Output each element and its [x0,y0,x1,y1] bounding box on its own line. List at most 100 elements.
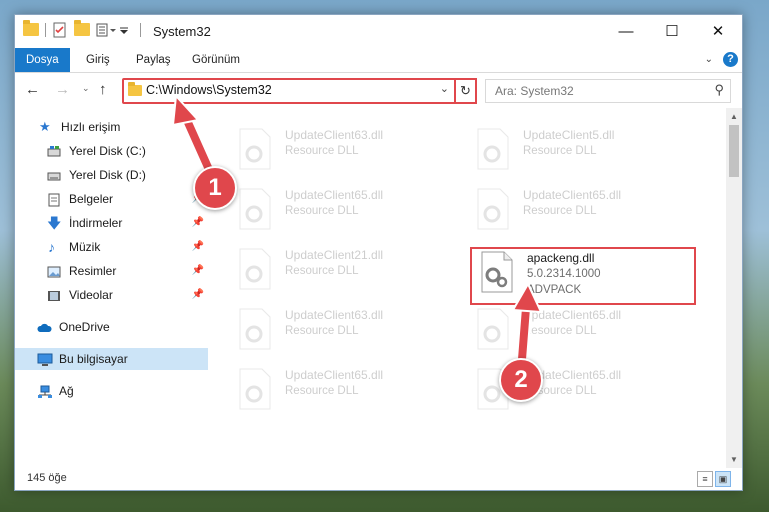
file-type: Resource DLL [523,205,597,217]
pin-icon[interactable]: 📌 [192,284,204,306]
folder-icon [128,82,142,96]
refresh-button[interactable]: ↻ [454,78,477,104]
properties-icon[interactable] [52,22,68,38]
pin-icon[interactable]: 📌 [192,236,204,258]
sidebar-item-disk-c[interactable]: Yerel Disk (C:) [15,140,208,162]
forward-arrow-icon[interactable]: → [55,81,70,98]
new-folder-icon[interactable] [74,20,90,38]
file-list: UpdateClient63.dll Resource DLL UpdateCl… [208,108,726,468]
sidebar-item-network[interactable]: Ağ [15,380,208,402]
file-item[interactable]: UpdateClient63.dll Resource DLL [236,308,462,354]
sidebar-item-disk-d[interactable]: Yerel Disk (D:) [15,164,208,186]
dll-file-icon [236,368,274,410]
sidebar-item-label: Videolar [69,288,113,302]
customize-toolbar-icon[interactable] [96,22,116,38]
sidebar-item-label: Yerel Disk (D:) [69,168,146,182]
maximize-button[interactable]: ☐ [649,15,695,48]
tab-share[interactable]: Paylaş [125,48,182,72]
refresh-icon: ↻ [460,83,471,98]
recent-locations-icon[interactable]: ⌄ [82,83,90,94]
file-type: Resource DLL [523,145,597,157]
file-item[interactable]: UpdateClient5.dll Resource DLL [474,128,700,174]
sidebar-item-this-pc[interactable]: Bu bilgisayar [15,348,208,370]
sidebar-item-documents[interactable]: Belgeler 📌 [15,188,208,210]
tab-home[interactable]: Giriş [75,48,121,72]
highlight-box [470,247,696,305]
file-name: UpdateClient65.dll [523,308,622,322]
address-bar[interactable]: C:\Windows\System32 ⌄ [122,78,457,104]
file-name: UpdateClient65.dll [285,188,384,202]
close-button[interactable]: ✕ [695,15,741,48]
help-icon[interactable]: ? [723,52,738,67]
tab-file[interactable]: Dosya [15,48,70,72]
file-name: UpdateClient65.dll [285,368,384,382]
drive-icon [47,168,61,182]
sidebar-item-music[interactable]: ♪ Müzik 📌 [15,236,208,258]
dll-file-icon [236,128,274,170]
file-item[interactable]: UpdateClient65.dll Resource DLL [474,188,700,234]
vertical-scrollbar[interactable]: ▲ ▼ [726,108,742,468]
file-item[interactable]: UpdateClient65.dll Resource DLL [236,188,462,234]
download-icon: 🡇 [47,215,62,231]
quick-access-toolbar [23,20,141,38]
sidebar-item-label: Hızlı erişim [61,120,121,134]
computer-icon [37,352,53,366]
sidebar-item-onedrive[interactable]: OneDrive [15,316,208,338]
dll-file-icon [474,308,512,350]
explorer-window: System32 — ☐ ✕ Dosya Giriş Paylaş Görünü… [14,14,743,491]
file-type: Resource DLL [285,385,359,397]
dll-file-icon [474,128,512,170]
network-icon [37,384,52,398]
minimize-button[interactable]: — [603,15,649,48]
videos-icon [47,288,61,302]
search-icon[interactable]: ⚲ [714,82,724,98]
file-item[interactable]: UpdateClient63.dll Resource DLL [236,128,462,174]
dll-file-icon [236,248,274,290]
file-name: UpdateClient21.dll [285,248,384,262]
scroll-up-icon[interactable]: ▲ [726,108,742,125]
file-item[interactable]: UpdateClient65.dll Resource DLL [474,308,700,354]
scroll-down-icon[interactable]: ▼ [726,451,742,468]
pin-icon[interactable]: 📌 [192,260,204,282]
status-bar: 145 öğe ≡ ▣ [15,468,742,490]
scroll-thumb[interactable] [729,125,739,177]
tab-view[interactable]: Görünüm [181,48,251,72]
pin-icon[interactable]: 📌 [192,212,204,234]
sidebar-item-quick-access[interactable]: ★ Hızlı erişim [15,116,208,138]
sidebar-item-label: Bu bilgisayar [59,352,128,366]
file-type: Resource DLL [285,265,359,277]
sidebar-item-pictures[interactable]: Resimler 📌 [15,260,208,282]
chevron-down-icon[interactable]: ⌄ [440,82,449,95]
sidebar-item-videos[interactable]: Videolar 📌 [15,284,208,306]
documents-icon [47,192,61,207]
sidebar-item-label: Müzik [69,240,101,254]
item-count: 145 öğe [27,472,67,484]
sidebar-item-downloads[interactable]: 🡇 İndirmeler 📌 [15,212,208,234]
file-name: UpdateClient5.dll [523,128,615,142]
toolbar-dropdown-icon[interactable] [118,22,134,38]
search-box[interactable]: Ara: System32 ⚲ [485,79,731,103]
dll-file-icon [236,308,274,350]
file-name: UpdateClient65.dll [523,188,622,202]
file-item[interactable]: UpdateClient21.dll Resource DLL [236,248,462,294]
up-arrow-icon[interactable]: ↑ [99,81,107,98]
step-badge-2: 2 [499,358,543,402]
window-title: System32 [153,24,211,39]
file-name: UpdateClient63.dll [285,128,384,142]
details-view-icon[interactable]: ≡ [697,471,713,487]
file-item[interactable]: UpdateClient65.dll Resource DLL [236,368,462,414]
pictures-icon [47,264,61,278]
address-path: C:\Windows\System32 [146,83,272,97]
large-icons-view-icon[interactable]: ▣ [715,471,731,487]
ribbon: Dosya Giriş Paylaş Görünüm ⌄ ? [15,48,742,73]
file-type: Resource DLL [285,325,359,337]
title-bar: System32 — ☐ ✕ [15,15,742,48]
search-placeholder: Ara: System32 [495,84,574,98]
file-name: UpdateClient63.dll [285,308,384,322]
chevron-down-icon[interactable]: ⌄ [705,54,713,65]
file-type: Resource DLL [523,325,597,337]
folder-icon[interactable] [23,20,39,38]
music-icon: ♪ [48,239,55,255]
back-arrow-icon[interactable]: ← [25,81,40,98]
sidebar-item-label: OneDrive [59,320,110,334]
